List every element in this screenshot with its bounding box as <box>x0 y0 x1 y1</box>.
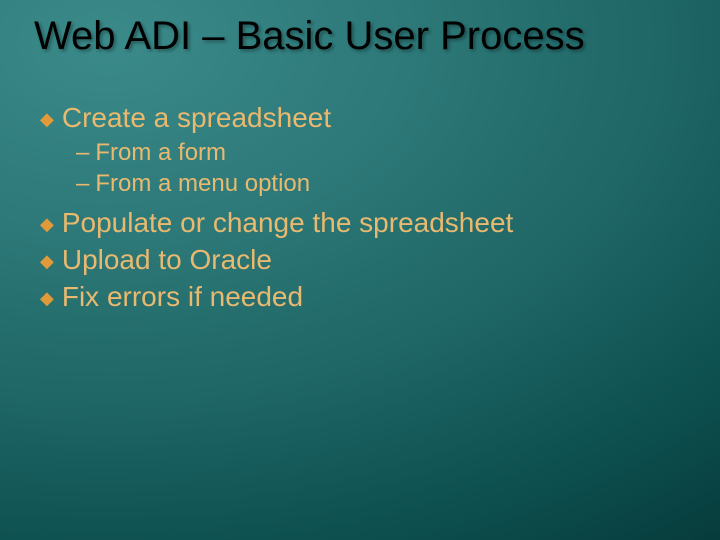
bullet-level1: ◆ Upload to Oracle <box>40 242 690 277</box>
bullet-text: From a menu option <box>95 168 310 199</box>
slide-title: Web ADI – Basic User Process <box>34 14 700 59</box>
bullet-level1: ◆ Populate or change the spreadsheet <box>40 205 690 240</box>
bullet-level1: ◆ Create a spreadsheet <box>40 100 690 135</box>
slide-body: ◆ Create a spreadsheet – From a form – F… <box>40 100 690 316</box>
bullet-text: Create a spreadsheet <box>62 100 331 135</box>
diamond-icon: ◆ <box>40 287 54 310</box>
bullet-level2: – From a menu option <box>76 168 690 199</box>
diamond-icon: ◆ <box>40 250 54 273</box>
dash-icon: – <box>76 137 89 168</box>
bullet-level2: – From a form <box>76 137 690 168</box>
diamond-icon: ◆ <box>40 213 54 236</box>
bullet-text: From a form <box>95 137 226 168</box>
dash-icon: – <box>76 168 89 199</box>
bullet-level1: ◆ Fix errors if needed <box>40 279 690 314</box>
bullet-text: Fix errors if needed <box>62 279 303 314</box>
bullet-text: Populate or change the spreadsheet <box>62 205 513 240</box>
slide: Web ADI – Basic User Process ◆ Create a … <box>0 0 720 540</box>
bullet-text: Upload to Oracle <box>62 242 272 277</box>
diamond-icon: ◆ <box>40 108 54 131</box>
